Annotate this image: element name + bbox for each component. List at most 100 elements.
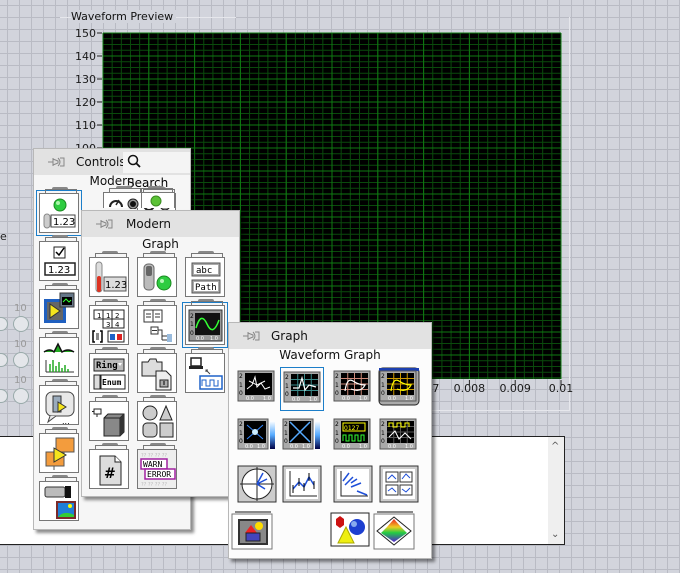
3d-surface-graph-item[interactable]	[373, 509, 417, 553]
palette-subtitle: Modern	[89, 174, 135, 188]
y-tick-label: 130	[75, 73, 96, 86]
array-matrix-cluster-tile[interactable]: 112 34	[89, 299, 129, 345]
express-vi-icon	[44, 292, 75, 323]
svg-text:0: 0	[335, 438, 339, 445]
x-tick-label: 0.008	[454, 382, 486, 395]
svg-text:2: 2	[285, 374, 289, 381]
radio-button[interactable]	[13, 352, 29, 368]
compass-plot-item[interactable]	[235, 463, 279, 507]
waveform-chart-icon: 2 10 0.0 1.0	[237, 370, 275, 402]
vision-palette-tile[interactable]	[39, 475, 79, 521]
digital-waveform-graph-item[interactable]: 0127 2 10 0.0 1.0	[331, 415, 375, 459]
palette-title: Modern	[126, 217, 172, 231]
search-button[interactable]: Search	[123, 152, 190, 190]
compass-plot-icon	[237, 465, 277, 503]
spectrum-icon	[43, 342, 75, 373]
palette-title: Graph	[271, 329, 308, 343]
svg-text:1: 1	[97, 312, 101, 320]
palette-header[interactable]: Controls Search	[34, 149, 190, 190]
warn-error-tile[interactable]: ?? ?? ?? ?? WARN ERROR ?? ?? ?? ??	[137, 443, 177, 489]
listbox-tree-icon	[143, 309, 172, 342]
boolean-palette-tile[interactable]: 1.23	[39, 235, 79, 281]
graph-palette-tile[interactable]	[39, 283, 79, 329]
svg-text:1: 1	[335, 382, 339, 389]
radio-button[interactable]	[13, 388, 29, 404]
svg-text:...: ...	[62, 417, 70, 426]
svg-text:1.0: 1.0	[359, 396, 367, 402]
signal-palette-tile[interactable]	[39, 331, 79, 377]
ring-enum-tile[interactable]: Ring Enum	[89, 347, 129, 393]
palette-title: Controls	[76, 155, 126, 169]
waveform-graph-item[interactable]: 2 10 0.0 1.0	[280, 367, 324, 411]
svg-text:1.23: 1.23	[105, 280, 127, 291]
connectivity-palette-tile[interactable]	[39, 427, 79, 473]
numeric-tile[interactable]: 1.23	[89, 251, 129, 297]
intensity-graph-item[interactable]: 2 1 0 0.0 1.0	[280, 415, 324, 459]
gauge-palette-tile[interactable]	[103, 186, 142, 209]
svg-text:Enum: Enum	[102, 378, 121, 387]
checkbox-numeric-icon: 1.23	[44, 246, 76, 276]
palette-header[interactable]: Graph	[229, 323, 431, 349]
mixed-signal-graph-item[interactable]: 2 10 0.0 1.0	[377, 415, 421, 459]
io-tile[interactable]	[185, 347, 225, 393]
error-bar-plot-icon	[282, 465, 322, 503]
svg-text:3: 3	[106, 321, 110, 329]
svg-text:Path: Path	[195, 283, 217, 293]
express-xy-graph-item[interactable]: 2 10 0.0 1.0	[377, 367, 421, 411]
vertical-scrollbar[interactable]: ^ ⌄	[548, 437, 564, 544]
scroll-down-icon[interactable]: ⌄	[551, 529, 559, 540]
graph-tile[interactable]: 2 1 0 0.0 1.0	[182, 299, 228, 348]
boolean-tile[interactable]	[137, 251, 177, 297]
toggle-led-icon	[143, 263, 172, 291]
gauge-led-icon	[109, 198, 139, 209]
express-xy-graph-icon: 2 10 0.0 1.0	[378, 367, 420, 406]
y-tick-label: 120	[75, 96, 96, 109]
list-table-tree-tile[interactable]	[137, 299, 177, 345]
io-waveform-icon	[189, 357, 223, 390]
3d-graph-objects-item[interactable]	[328, 509, 372, 553]
scroll-up-icon[interactable]: ^	[551, 441, 559, 452]
svg-text:?? ?? ?? ??: ?? ?? ?? ??	[141, 482, 167, 488]
modern-palette[interactable]: Modern Graph 1.23 abc Path 1 1 2 3 4 2 1…	[81, 210, 240, 497]
pin-icon[interactable]	[96, 218, 114, 230]
svg-text:1.0: 1.0	[359, 444, 367, 450]
variant-class-tile[interactable]	[89, 395, 129, 441]
palette-header[interactable]: Modern	[82, 211, 239, 237]
error-bar-plot-item[interactable]	[280, 463, 324, 507]
decorations-tile[interactable]	[137, 395, 177, 441]
refnum-tile[interactable]: #	[89, 443, 129, 489]
containers-tile[interactable]	[137, 347, 177, 393]
radio-button[interactable]	[13, 316, 29, 332]
3d-graph-objects-icon	[330, 512, 370, 547]
pin-icon[interactable]	[243, 330, 261, 342]
numeric-palette-tile[interactable]: 1.23	[36, 187, 82, 236]
intensity-chart-item[interactable]: 2 1 0 0.0 1.0	[235, 415, 279, 459]
svg-text:0.0: 0.0	[388, 444, 396, 450]
svg-text:2: 2	[239, 421, 243, 428]
svg-text:2: 2	[190, 313, 194, 320]
feather-plot-item[interactable]	[331, 463, 375, 507]
graph-palette[interactable]: Graph Waveform Graph 210 0.0 1.0 210 0.0 1…	[228, 322, 432, 559]
radio-label: 10	[14, 339, 27, 350]
user-interface-palette-tile[interactable]: ...	[39, 379, 79, 426]
svg-text:0: 0	[381, 438, 385, 445]
ring-enum-icon: Ring Enum	[93, 358, 126, 390]
svg-text:0.0: 0.0	[290, 444, 298, 450]
waveform-chart-item[interactable]: 2 10 0.0 1.0	[235, 367, 279, 411]
xy-graph-item[interactable]: 2 10 0.0 1.0	[331, 367, 375, 411]
pin-icon[interactable]	[48, 156, 66, 168]
svg-text:1.0: 1.0	[302, 444, 310, 450]
x-tick-label: 0.009	[499, 382, 531, 395]
graph-icon: 2 1 0 0.0 1.0	[188, 309, 223, 342]
svg-text:1.23: 1.23	[48, 265, 70, 276]
3d-surface-graph-icon	[373, 511, 415, 550]
svg-text:2: 2	[335, 421, 339, 428]
svg-text:#: #	[104, 466, 116, 482]
radio-label: 10	[14, 303, 27, 314]
x-tick-label: 0.01	[549, 382, 574, 395]
controls-3d-picture-item[interactable]	[231, 509, 275, 553]
svg-text:2: 2	[381, 373, 385, 380]
dialog-icon: ...	[45, 391, 75, 426]
string-path-tile[interactable]: abc Path	[185, 251, 225, 297]
xy-plot-matrix-item[interactable]	[377, 463, 421, 507]
